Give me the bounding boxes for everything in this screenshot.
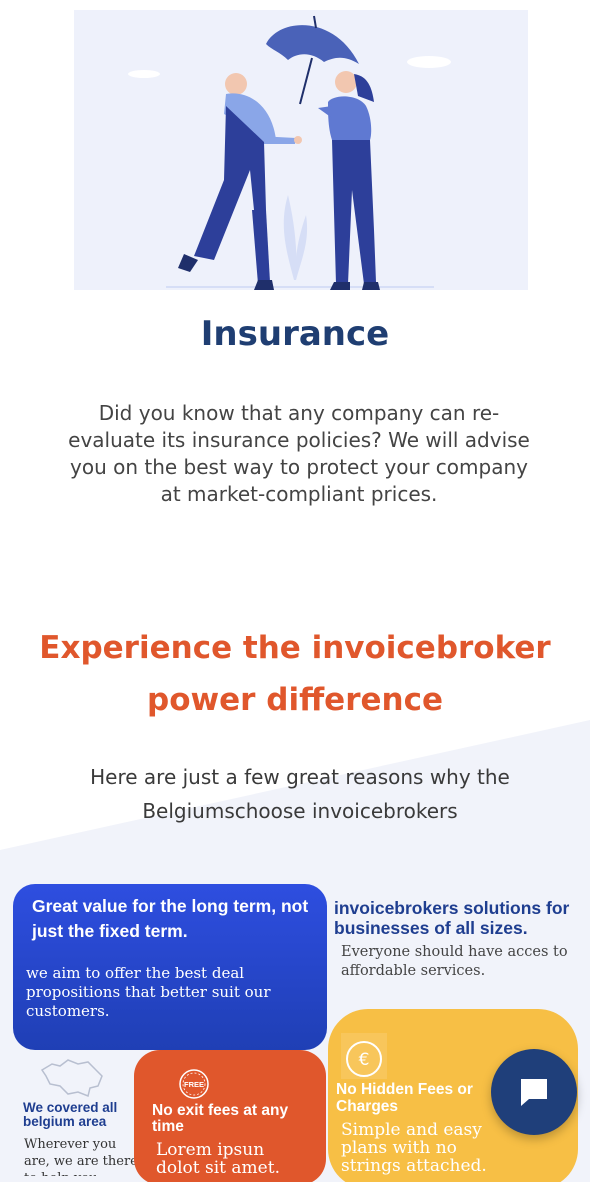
solutions-title: invoicebrokers solutions for businesses … (334, 898, 570, 938)
experience-subtitle-line2: Belgiumschoose invoicebrokers (142, 799, 458, 823)
hidden-fees-body: Simple and easy plans with no strings at… (341, 1120, 487, 1176)
experience-subtitle-line1: Here are just a few great reasons why th… (90, 765, 510, 789)
value-card: Great value for the long term, not just … (13, 884, 327, 1050)
insurance-title: Insurance (200, 314, 390, 354)
chat-bubble-icon (521, 1079, 547, 1106)
experience-title-line1: Experience the invoicebroker (39, 630, 551, 666)
exit-fees-body: Lorem ipsun dolot sit amet. (156, 1140, 280, 1178)
experience-title: Experience the invoicebroker power diffe… (0, 622, 590, 726)
experience-title-line2: power difference (147, 682, 443, 718)
belgium-title: We covered all belgium area (23, 1100, 118, 1129)
belgium-body: Wherever you are, we are there to help y… (24, 1137, 138, 1176)
insurance-description: Did you know that any company can re-eva… (68, 401, 530, 506)
free-badge-text: FREE (184, 1080, 204, 1089)
svg-text:€: € (359, 1050, 370, 1070)
experience-subtitle: Here are just a few great reasons why th… (70, 760, 530, 828)
euro-icon: € (346, 1041, 382, 1077)
exit-fees-title: No exit fees at any time (152, 1102, 289, 1135)
exit-fees-card: FREE No exit fees at any time Lorem ipsu… (134, 1050, 326, 1185)
free-badge-icon: FREE (179, 1069, 209, 1099)
chat-button[interactable] (491, 1049, 577, 1135)
belgium-map-icon (40, 1059, 103, 1098)
hidden-fees-title: No Hidden Fees or Charges (336, 1081, 473, 1115)
value-card-body: we aim to offer the best deal propositio… (26, 964, 271, 1020)
insurance-umbrella-illustration (128, 15, 451, 290)
hero-illustration (74, 10, 528, 290)
solutions-body: Everyone should have acces to affordable… (341, 944, 568, 979)
bottom-edge (0, 1182, 590, 1204)
value-card-title: Great value for the long term, not just … (32, 896, 309, 941)
